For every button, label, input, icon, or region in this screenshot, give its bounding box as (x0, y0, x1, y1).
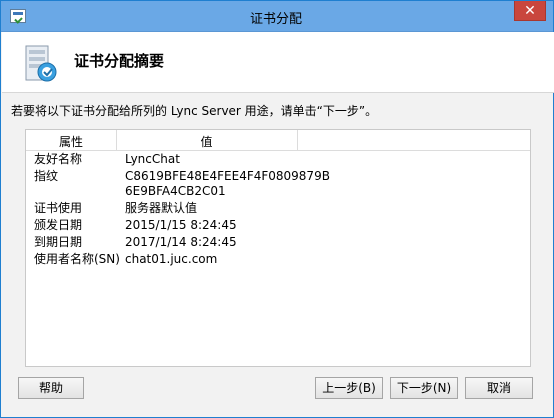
property-value: 2015/1/15 8:24:45 (125, 218, 237, 232)
column-header-value[interactable]: 值 (116, 133, 297, 150)
cancel-button[interactable]: 取消 (465, 377, 533, 399)
property-name: 证书使用 (34, 201, 83, 215)
window-title: 证书分配 (249, 12, 302, 27)
help-button[interactable]: 帮助 (18, 377, 84, 399)
list-header: 属性 值 (26, 130, 530, 151)
wizard-header: 证书分配摘要 (2, 32, 554, 93)
property-name: 到期日期 (34, 235, 83, 249)
wizard-title: 证书分配摘要 (74, 52, 165, 70)
dialog-window: 证书分配 ✕ 证书分配摘要 若要将以下证书分配给所列的 Lync Server … (0, 0, 554, 418)
property-value: chat01.juc.com (125, 252, 218, 266)
property-name: 指纹 (34, 169, 59, 183)
column-divider (297, 130, 298, 151)
property-value: C8619BFE48E4FEE4F4F0809879B (125, 169, 330, 183)
close-button[interactable]: ✕ (514, 1, 546, 21)
instruction-text: 若要将以下证书分配给所列的 Lync Server 用途，请单击“下一步”。 (11, 104, 378, 118)
title-bar[interactable]: 证书分配 ✕ (1, 1, 553, 32)
column-header-property[interactable]: 属性 (26, 133, 116, 150)
next-button[interactable]: 下一步(N) (390, 377, 458, 399)
app-icon (10, 9, 26, 23)
property-value: 2017/1/14 8:24:45 (125, 235, 237, 249)
server-certificate-icon (25, 45, 57, 82)
property-value: LyncChat (125, 152, 180, 166)
property-name: 使用者名称(SN) (34, 252, 120, 266)
back-button[interactable]: 上一步(B) (315, 377, 383, 399)
property-name: 颁发日期 (34, 218, 83, 232)
certificate-properties-list[interactable]: 属性 值 友好名称 LyncChat 指纹 C8619BFE48E4FEE4F4… (25, 129, 531, 367)
property-value: 服务器默认值 (125, 201, 198, 215)
property-name: 友好名称 (34, 152, 83, 166)
property-value: 6E9BFA4CB2C01 (125, 184, 226, 198)
